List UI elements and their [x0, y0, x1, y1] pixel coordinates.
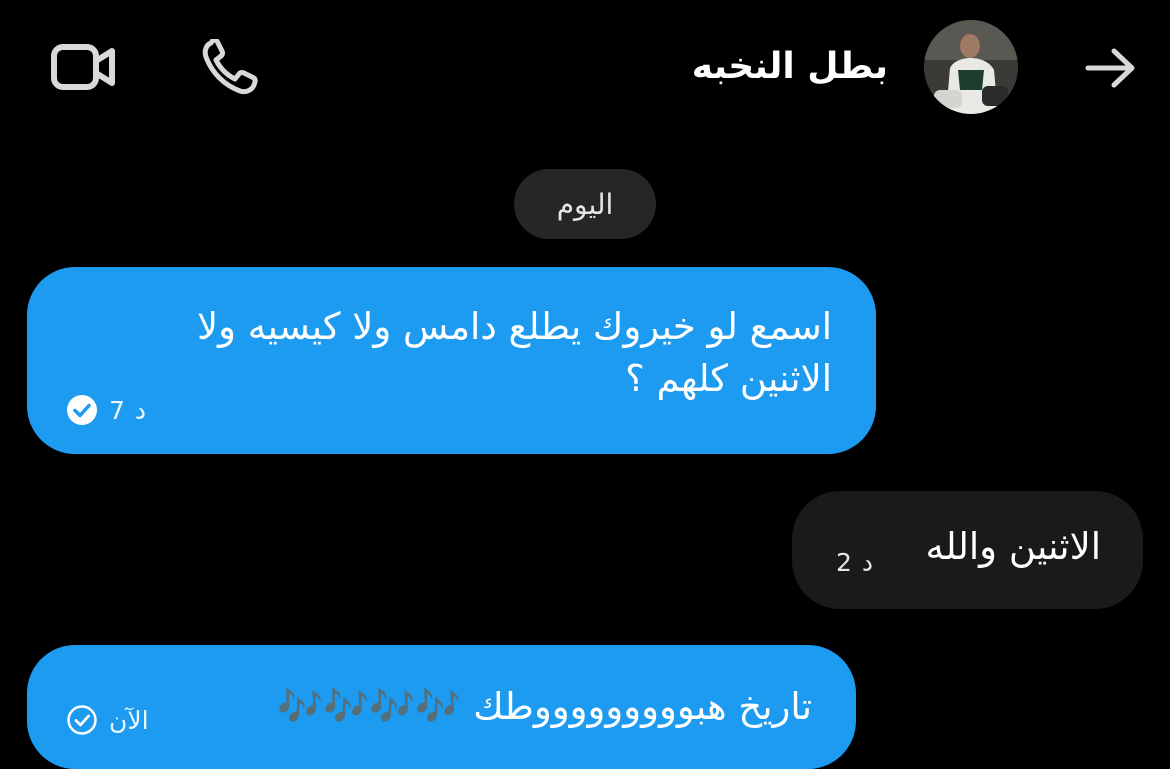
message-time: 2 — [836, 548, 852, 577]
arrow-right-icon — [1085, 48, 1135, 88]
message-bubble-outgoing[interactable]: اسمع لو خيروك يطلع دامس ولا كيسيه ولا ال… — [27, 267, 876, 454]
time-unit: د — [861, 548, 874, 577]
time-unit: د — [134, 395, 147, 425]
contact-avatar[interactable] — [924, 20, 1018, 114]
message-meta: د 2 — [836, 548, 873, 577]
phone-icon — [202, 39, 258, 95]
message-time: 7 — [109, 395, 125, 425]
message-line: الاثنين والله — [925, 525, 1101, 568]
avatar-photo — [924, 20, 1018, 114]
message-bubble-outgoing[interactable]: تاريخ هبوووووووووطك 🎶🎶🎶🎶 الآن — [27, 645, 856, 769]
date-separator: اليوم — [514, 169, 656, 239]
message-text: اسمع لو خيروك يطلع دامس ولا كيسيه ولا ال… — [197, 301, 832, 405]
voice-call-button[interactable] — [196, 36, 262, 98]
video-camera-icon — [51, 44, 115, 90]
message-meta: د 7 — [65, 393, 146, 427]
message-bubble-incoming[interactable]: الاثنين والله د 2 — [792, 491, 1143, 609]
message-line: اسمع لو خيروك يطلع دامس ولا كيسيه ولا — [197, 305, 832, 348]
message-meta: الآن — [65, 703, 149, 737]
back-button[interactable] — [1080, 38, 1142, 98]
message-line: تاريخ هبوووووووووطك 🎶🎶🎶🎶 — [277, 685, 812, 728]
contact-name[interactable]: بطل النخبه — [692, 36, 888, 98]
message-text: تاريخ هبوووووووووطك 🎶🎶🎶🎶 — [277, 681, 812, 733]
conversation-header: بطل النخبه — [0, 0, 1170, 135]
message-time: الآن — [109, 705, 149, 735]
sent-check-icon — [65, 703, 99, 737]
message-text: الاثنين والله — [926, 521, 1101, 573]
read-check-icon — [65, 393, 99, 427]
video-call-button[interactable] — [48, 36, 120, 98]
message-line: الاثنين كلهم ؟ — [625, 357, 832, 400]
